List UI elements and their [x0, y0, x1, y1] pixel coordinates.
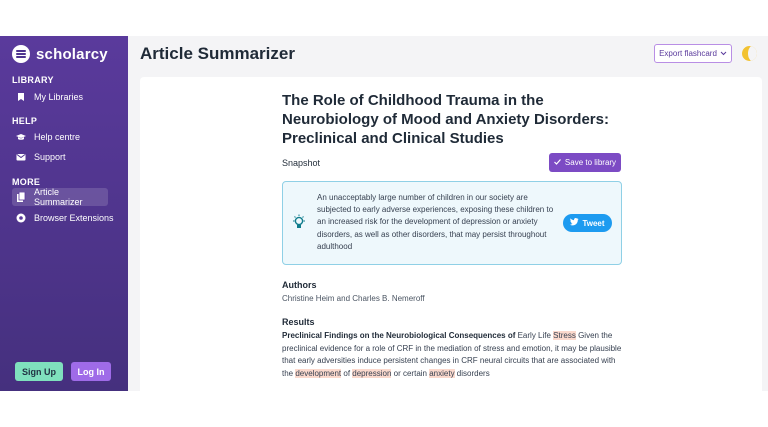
scholarcy-logo-icon [12, 45, 30, 63]
documents-icon [16, 191, 26, 202]
sidebar-item-label: Browser Extensions [34, 213, 114, 223]
sidebar-item-article-summarizer[interactable]: Article Summarizer [12, 187, 108, 207]
save-label: Save to library [564, 158, 617, 167]
export-label: Export flashcard [659, 49, 717, 58]
sidebar-item-support[interactable]: Support [12, 148, 70, 166]
results-heading: Results [282, 317, 315, 327]
bookmark-icon [16, 92, 26, 102]
sidebar-item-my-libraries[interactable]: My Libraries [12, 88, 87, 106]
app-frame: scholarcy LIBRARY My Libraries HELP Help… [0, 36, 768, 391]
snapshot-text: An unacceptably large number of children… [317, 193, 554, 251]
results-bold-lead: Preclinical Findings on the Neurobiologi… [282, 331, 516, 340]
results-segment: or certain [391, 368, 430, 378]
library-heading: LIBRARY [12, 75, 54, 85]
sidebar-item-label: Support [34, 152, 66, 162]
highlight-term[interactable]: development [295, 368, 342, 378]
highlight-term[interactable]: Stress [553, 331, 576, 340]
results-segment: of [341, 368, 353, 378]
sidebar-item-label: Help centre [34, 132, 81, 142]
authors-heading: Authors [282, 280, 317, 290]
more-heading: MORE [12, 177, 41, 187]
sidebar-item-help-centre[interactable]: Help centre [12, 128, 84, 146]
snapshot-box: An unacceptably large number of children… [282, 181, 622, 265]
tweet-label: Tweet [582, 218, 605, 228]
results-segment: disorders [454, 368, 490, 378]
save-to-library-button[interactable]: Save to library [549, 153, 621, 172]
help-heading: HELP [12, 116, 38, 126]
highlight-term[interactable]: depression [352, 368, 392, 378]
sidebar-item-label: My Libraries [34, 92, 84, 102]
authors-list: Christine Heim and Charles B. Nemeroff [282, 294, 425, 303]
snapshot-heading: Snapshot [282, 158, 321, 168]
summary-card: The Role of Childhood Trauma in the Neur… [140, 77, 762, 391]
brand[interactable]: scholarcy [12, 45, 108, 63]
moon-icon[interactable] [742, 46, 757, 61]
mail-icon [16, 152, 26, 162]
chevron-down-icon [720, 49, 727, 58]
chrome-icon [16, 213, 26, 223]
check-icon [553, 158, 561, 167]
sidebar-item-label: Article Summarizer [34, 187, 83, 207]
page-title: Article Summarizer [140, 44, 295, 63]
twitter-bird-icon [570, 218, 579, 228]
brand-name: scholarcy [36, 45, 108, 63]
article-title: The Role of Childhood Trauma in the Neur… [282, 92, 609, 147]
sidebar: scholarcy LIBRARY My Libraries HELP Help… [0, 36, 128, 391]
log-in-button[interactable]: Log In [71, 362, 111, 381]
results-segment: Early Life [515, 331, 554, 340]
lightbulb-icon [292, 214, 306, 232]
graduation-cap-icon [16, 132, 26, 142]
export-flashcard-dropdown[interactable]: Export flashcard [654, 44, 732, 63]
results-text: Preclinical Findings on the Neurobiologi… [282, 330, 622, 380]
highlight-term[interactable]: anxiety [429, 368, 455, 378]
sidebar-item-browser-extensions[interactable]: Browser Extensions [12, 209, 118, 227]
sign-up-button[interactable]: Sign Up [15, 362, 63, 381]
tweet-button[interactable]: Tweet [563, 214, 612, 232]
